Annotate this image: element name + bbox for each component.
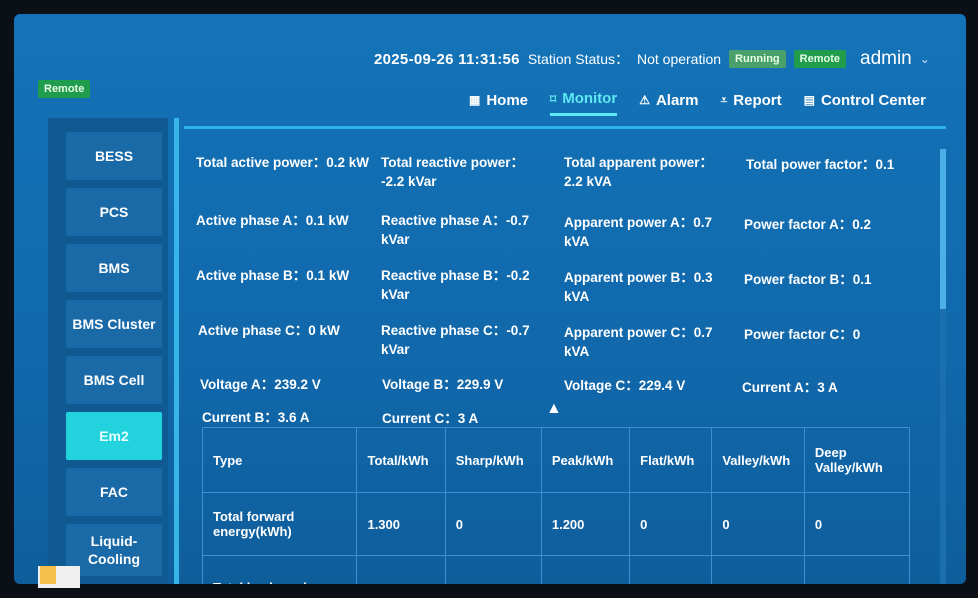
sidebar-item-bms-cluster[interactable]: BMS Cluster	[66, 300, 162, 348]
metric-apparent-power-a: Apparent power A：0.7 kVA	[564, 215, 713, 249]
table-cell	[803, 555, 911, 584]
table-cell: Total forward energy(kWh)	[201, 492, 358, 556]
nav-label: Monitor	[562, 90, 618, 107]
metric-voltage-b: Voltage B：229.9 V	[382, 377, 504, 392]
control-center-icon: ▤	[803, 93, 815, 107]
main-nav: ▦ Home ⌑ Monitor ⚠ Alarm ⩡ Report ▤ Cont…	[469, 90, 926, 116]
station-status-label: Station Status：	[527, 51, 629, 67]
table-cell	[711, 555, 805, 584]
nav-monitor[interactable]: ⌑ Monitor	[550, 90, 618, 116]
running-badge: Running	[729, 50, 786, 68]
sidebar-item-liquid-cooling[interactable]: Liquid-Cooling	[66, 524, 162, 576]
metric-total-apparent-power: Total apparent power： 2.2 kVA	[564, 155, 714, 189]
table-cell: 0	[629, 492, 713, 556]
nav-label: Report	[733, 91, 782, 109]
metric-total-power-factor: Total power factor：0.1	[746, 157, 895, 172]
sidebar-item-bms-cell[interactable]: BMS Cell	[66, 356, 162, 404]
status-line: 2025-09-26 11:31:56 Station Status： Not …	[374, 48, 930, 70]
table-cell	[356, 555, 446, 584]
col-header: Peak/kWh	[540, 427, 631, 493]
col-header: Total/kWh	[356, 427, 446, 493]
metric-reactive-phase-c: Reactive phase C：-0.7 kVar	[381, 323, 530, 357]
table-cell: 0	[803, 492, 911, 556]
metric-active-phase-b: Active phase B：0.1 kW	[196, 268, 350, 283]
metric-apparent-power-b: Apparent power B：0.3 kVA	[564, 270, 713, 304]
col-header: Type	[201, 427, 358, 493]
monitor-panel: Total active power：0.2 kW Total reactive…	[184, 126, 946, 584]
metric-total-active-power: Total active power：0.2 kW	[196, 155, 370, 170]
sidebar-item-bess[interactable]: BESS	[66, 132, 162, 180]
metric-apparent-power-c: Apparent power C：0.7 kVA	[564, 325, 713, 359]
mouse-cursor-icon: ▲	[546, 400, 562, 417]
metric-current-b: Current B：3.6 A	[202, 410, 310, 425]
table-row: Total forward energy(kWh) 1.300 0 1.200 …	[201, 492, 911, 556]
metric-power-factor-c: Power factor C：0	[744, 327, 861, 342]
taskbar-app-icon[interactable]	[40, 566, 56, 584]
table-cell: 0	[444, 492, 542, 556]
nav-report[interactable]: ⩡ Report	[720, 90, 781, 116]
col-header: Valley/kWh	[711, 427, 805, 493]
nav-home[interactable]: ▦ Home	[469, 90, 528, 116]
metric-voltage-c: Voltage C：229.4 V	[564, 378, 686, 393]
table-header-row: Type Total/kWh Sharp/kWh Peak/kWh Flat/k…	[201, 427, 911, 493]
table-cell	[444, 555, 542, 584]
metric-current-c: Current C：3 A	[382, 411, 479, 426]
metric-reactive-phase-a: Reactive phase A：-0.7 kVar	[381, 213, 530, 247]
metric-power-factor-b: Power factor B：0.1	[744, 272, 872, 287]
panel-divider	[174, 118, 179, 584]
user-menu[interactable]: admin	[860, 48, 912, 70]
app-screen: 2025-09-26 11:31:56 Station Status： Not …	[14, 14, 966, 584]
table-cell: Total backward	[201, 555, 358, 584]
device-sidebar: BESS PCS BMS BMS Cluster BMS Cell Em2 FA…	[48, 118, 168, 584]
table-cell	[540, 555, 631, 584]
nav-label: Home	[486, 91, 529, 109]
home-icon: ▦	[469, 93, 481, 107]
monitor-icon: ⌑	[550, 91, 557, 106]
metric-voltage-a: Voltage A：239.2 V	[200, 377, 321, 392]
metric-power-factor-a: Power factor A：0.2	[744, 217, 872, 232]
metric-total-reactive-power: Total reactive power： -2.2 kVar	[381, 155, 525, 189]
sidebar-item-bms[interactable]: BMS	[66, 244, 162, 292]
table-row: Total backward	[201, 555, 911, 584]
col-header: Flat/kWh	[629, 427, 713, 493]
energy-table: Type Total/kWh Sharp/kWh Peak/kWh Flat/k…	[201, 427, 911, 584]
remote-mode-badge[interactable]: Remote	[38, 80, 91, 98]
table-cell	[629, 555, 713, 584]
report-icon: ⩡	[720, 92, 728, 107]
metric-active-phase-a: Active phase A：0.1 kW	[196, 213, 349, 228]
sidebar-item-fac[interactable]: FAC	[66, 468, 162, 516]
scrollbar-thumb[interactable]	[940, 149, 946, 309]
col-header: Sharp/kWh	[444, 427, 542, 493]
sidebar-item-em2[interactable]: Em2	[66, 412, 162, 460]
chevron-down-icon[interactable]: ⌄	[920, 52, 930, 66]
nav-alarm[interactable]: ⚠ Alarm	[639, 90, 698, 116]
table-cell: 1.200	[540, 492, 631, 556]
alarm-icon: ⚠	[639, 93, 650, 107]
sidebar-item-pcs[interactable]: PCS	[66, 188, 162, 236]
table-cell: 1.300	[356, 492, 446, 556]
datetime: 2025-09-26 11:31:56	[374, 50, 520, 68]
metric-active-phase-c: Active phase C：0 kW	[198, 323, 340, 338]
header-bar: 2025-09-26 11:31:56 Station Status： Not …	[14, 14, 966, 124]
station-status-value: Not operation	[636, 51, 722, 67]
metric-reactive-phase-b: Reactive phase B：-0.2 kVar	[381, 268, 530, 302]
nav-label: Alarm	[655, 91, 699, 109]
nav-control-center[interactable]: ▤ Control Center	[804, 90, 926, 116]
table-cell: 0	[711, 492, 805, 556]
nav-label: Control Center	[820, 91, 926, 109]
col-header: Deep Valley/kWh	[803, 427, 911, 493]
metric-current-a: Current A：3 A	[742, 380, 838, 395]
remote-badge[interactable]: Remote	[793, 50, 846, 68]
